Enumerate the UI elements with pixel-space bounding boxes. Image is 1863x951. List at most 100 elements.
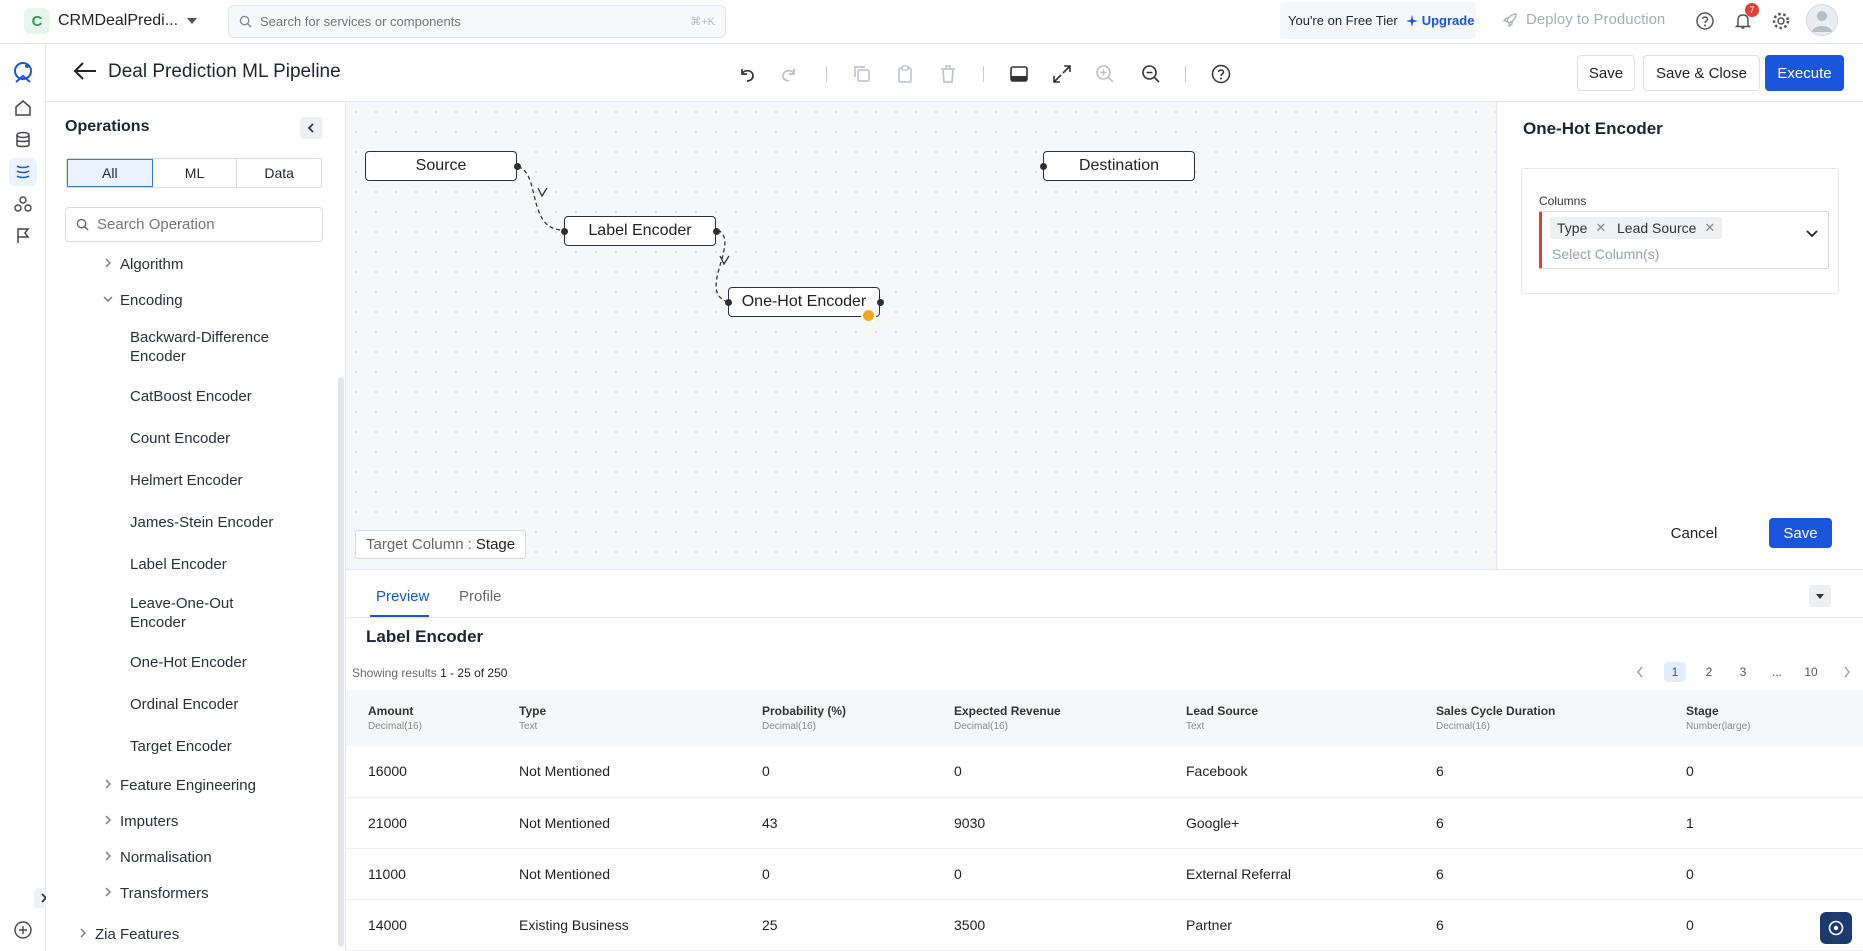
tree-item-algorithm[interactable]: Algorithm — [105, 256, 183, 273]
table-cell: 0 — [932, 746, 1164, 798]
upgrade-link[interactable]: Upgrade — [1405, 13, 1474, 28]
operations-scrollbar[interactable] — [338, 377, 344, 947]
tab-profile[interactable]: Profile — [459, 588, 502, 605]
nav-pipelines[interactable] — [9, 158, 37, 186]
panel-toggle-icon[interactable] — [1008, 63, 1030, 85]
node-one-hot-encoder[interactable]: One-Hot Encoder — [728, 287, 880, 317]
node-destination[interactable]: Destination — [1043, 151, 1195, 181]
page-2[interactable]: 2 — [1698, 662, 1720, 682]
operation-search-input[interactable] — [97, 216, 297, 233]
column-header[interactable]: Sales Cycle Duration Decimal(16) — [1414, 690, 1664, 746]
pipeline-canvas[interactable]: Source Label Encoder One-Hot Encoder Des… — [346, 102, 1496, 569]
encoder-one-hot[interactable]: One-Hot Encoder — [130, 654, 247, 671]
page-3[interactable]: 3 — [1732, 662, 1754, 682]
chevron-right-icon[interactable] — [1843, 666, 1851, 678]
columns-multiselect[interactable]: Type ✕ Lead Source ✕ Select Column(s) — [1539, 211, 1829, 269]
operation-search[interactable] — [65, 207, 323, 242]
collapse-operations-button[interactable] — [300, 117, 322, 139]
column-header[interactable]: Probability (%) Decimal(16) — [740, 690, 932, 746]
node-input-port[interactable] — [561, 228, 568, 235]
brand-logo[interactable] — [9, 58, 37, 86]
help-icon[interactable] — [1210, 63, 1232, 85]
back-arrow-icon[interactable] — [72, 60, 98, 82]
tree-item-feature-engineering[interactable]: Feature Engineering — [105, 777, 256, 794]
undo-icon[interactable] — [736, 63, 758, 85]
remove-chip-icon[interactable]: ✕ — [1704, 220, 1715, 236]
filter-data[interactable]: Data — [237, 159, 321, 187]
nav-models[interactable] — [9, 190, 37, 218]
nav-datastore[interactable] — [9, 126, 37, 154]
column-header[interactable]: Expected Revenue Decimal(16) — [932, 690, 1164, 746]
chevron-down-icon[interactable] — [1806, 230, 1818, 238]
encoder-count[interactable]: Count Encoder — [130, 430, 230, 447]
tab-preview[interactable]: Preview — [376, 588, 429, 605]
flag-icon — [17, 228, 30, 243]
column-header[interactable]: Lead Source Text — [1164, 690, 1414, 746]
filter-ml[interactable]: ML — [153, 159, 238, 187]
encoder-james-stein[interactable]: James-Stein Encoder — [130, 514, 273, 531]
operation-filter-tabs: All ML Data — [66, 158, 322, 188]
nav-add[interactable] — [9, 916, 37, 944]
encoder-leave-one-out[interactable]: Leave-One-Out Encoder — [130, 594, 250, 632]
tree-item-encoding[interactable]: Encoding — [103, 292, 183, 309]
zoom-in-icon[interactable] — [1094, 63, 1116, 85]
rocket-icon — [1502, 12, 1517, 27]
chat-assistant-button[interactable] — [1820, 912, 1852, 944]
tree-item-transformers[interactable]: Transformers — [105, 885, 209, 902]
global-search[interactable]: ⌘+K — [228, 5, 726, 38]
execute-button[interactable]: Execute — [1765, 55, 1844, 91]
table-row[interactable]: 21000 Not Mentioned 43 9030 Google+ 6 1 — [346, 797, 1863, 849]
node-input-port[interactable] — [1040, 163, 1047, 170]
node-output-port[interactable] — [877, 299, 884, 306]
page-1[interactable]: 1 — [1664, 662, 1686, 682]
tree-label: Imputers — [120, 813, 179, 830]
node-input-port[interactable] — [725, 299, 732, 306]
remove-chip-icon[interactable]: ✕ — [1595, 220, 1606, 236]
table-row[interactable]: 11000 Not Mentioned 0 0 External Referral 6 0 — [346, 848, 1863, 900]
table-row[interactable]: 16000 Not Mentioned 0 0 Facebook 6 0 — [346, 746, 1863, 798]
trash-icon[interactable] — [937, 63, 959, 85]
table-cell: 1 — [1664, 797, 1863, 849]
encoder-backward-difference[interactable]: Backward-Difference Encoder — [130, 328, 280, 366]
config-save-button[interactable]: Save — [1769, 518, 1832, 548]
save-button[interactable]: Save — [1577, 55, 1635, 91]
column-header[interactable]: Stage Number(large) — [1664, 690, 1863, 746]
node-source[interactable]: Source — [365, 151, 517, 181]
tree-item-zia-features[interactable]: Zia Features — [80, 926, 179, 943]
expand-icon[interactable] — [1051, 63, 1073, 85]
user-avatar[interactable] — [1806, 4, 1838, 36]
paste-icon[interactable] — [894, 63, 916, 85]
nav-home[interactable] — [9, 94, 37, 122]
sparkle-icon — [1405, 14, 1418, 27]
redo-icon[interactable] — [778, 63, 800, 85]
node-warning-badge[interactable] — [861, 308, 876, 323]
node-output-port[interactable] — [713, 228, 720, 235]
nav-flags[interactable] — [9, 222, 37, 250]
encoder-target[interactable]: Target Encoder — [130, 738, 232, 755]
zoom-out-icon[interactable] — [1140, 63, 1162, 85]
column-header[interactable]: Type Text — [497, 690, 740, 746]
project-switcher[interactable]: C CRMDealPredi... — [24, 6, 198, 36]
tree-item-normalisation[interactable]: Normalisation — [105, 849, 212, 866]
copy-icon[interactable] — [851, 63, 873, 85]
table-row[interactable]: 14000 Existing Business 25 3500 Partner 6 0 — [346, 899, 1863, 951]
encoder-helmert[interactable]: Helmert Encoder — [130, 472, 243, 489]
global-search-input[interactable] — [260, 14, 683, 29]
encoder-catboost[interactable]: CatBoost Encoder — [130, 388, 252, 405]
column-header[interactable]: Amount Decimal(16) — [346, 690, 497, 746]
page-10[interactable]: 10 — [1800, 662, 1822, 682]
gear-icon[interactable] — [1770, 10, 1792, 32]
node-output-port[interactable] — [514, 163, 521, 170]
save-close-button[interactable]: Save & Close — [1643, 55, 1760, 91]
node-label-encoder[interactable]: Label Encoder — [564, 216, 716, 246]
tree-item-imputers[interactable]: Imputers — [105, 813, 179, 830]
filter-all[interactable]: All — [67, 159, 153, 187]
help-icon[interactable] — [1694, 10, 1716, 32]
encoder-label[interactable]: Label Encoder — [130, 556, 227, 573]
deploy-button[interactable]: Deploy to Production — [1502, 11, 1665, 28]
chevron-left-icon[interactable] — [1636, 666, 1644, 678]
collapse-preview-button[interactable] — [1809, 585, 1831, 607]
cancel-button[interactable]: Cancel — [1662, 518, 1726, 548]
tab-divider — [346, 617, 1863, 618]
encoder-ordinal[interactable]: Ordinal Encoder — [130, 696, 238, 713]
